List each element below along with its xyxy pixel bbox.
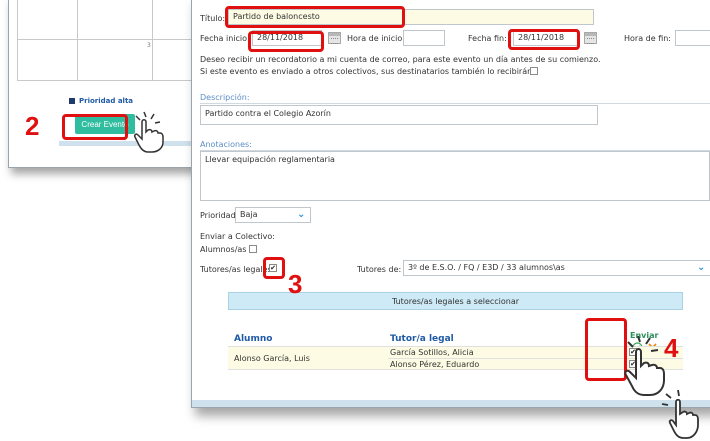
calendar-day-number[interactable]: 3 [147, 42, 151, 49]
calendar-grid: 3 4 [17, 0, 197, 81]
description-label: Descripción: [200, 93, 250, 102]
hand-cursor-icon [134, 111, 164, 153]
hand-cursor-icon [661, 389, 699, 439]
reminder-checkbox[interactable] [530, 67, 538, 75]
tutors-of-label: Tutores de: [357, 265, 402, 274]
students-checkbox[interactable] [249, 245, 257, 253]
highlight-end-date [508, 29, 580, 50]
highlight-create-button [62, 114, 128, 140]
step-number: 3 [288, 269, 303, 299]
start-date-label: Fecha inicio: [200, 34, 250, 43]
guardians-label: Tutores/as legales [200, 265, 272, 274]
priority-legend: Prioridad alta [69, 97, 133, 105]
tutors-of-select[interactable]: 3º de E.S.O. / FQ / E3D / 33 alumnos\as … [403, 260, 710, 276]
step-number: 2 [25, 111, 40, 141]
highlight-start-date [248, 31, 324, 52]
priority-legend-label: Prioridad alta [79, 97, 134, 105]
calendar-window: 3 4 Prioridad alta Crear Evento [8, 0, 208, 168]
window-footer-bar [192, 400, 710, 407]
reminder-text: Deseo recibir un recordatorio a mi cuent… [200, 55, 601, 64]
start-time-label: Hora de inicio: [347, 34, 405, 43]
start-time-input[interactable] [403, 30, 445, 46]
column-header-guardian: Tutor/a legal [390, 334, 454, 344]
calendar-grid-line [77, 0, 78, 81]
column-header-student: Alumno [234, 334, 273, 344]
calendar-grid-line [152, 0, 153, 81]
priority-label: Prioridad: [200, 211, 239, 220]
end-time-input[interactable] [675, 30, 710, 46]
priority-select-value: Baja [240, 210, 258, 219]
tutors-of-select-value: 3º de E.S.O. / FQ / E3D / 33 alumnos\as [408, 263, 565, 272]
guardian-name: Alonso Pérez, Eduardo [390, 360, 480, 369]
notes-textarea[interactable]: Llevar equipación reglamentaria [200, 151, 710, 201]
send-to-label: Enviar a Colectivo: [200, 232, 275, 241]
priority-legend-swatch [69, 98, 75, 104]
chevron-down-icon: ⌄ [697, 262, 706, 273]
student-name: Alonso García, Luis [234, 354, 310, 363]
section-divider [200, 103, 710, 104]
calendar-icon[interactable] [584, 32, 597, 44]
students-label: Alumnos/as [200, 245, 247, 254]
calendar-grid-line [17, 0, 18, 81]
highlight-title [225, 6, 405, 28]
forward-text: Si este evento es enviado a otros colect… [200, 67, 535, 76]
highlight-guardians-checkbox [263, 257, 285, 279]
calendar-icon[interactable] [328, 32, 341, 44]
notes-label: Anotaciones: [200, 140, 252, 149]
chevron-down-icon: ⌄ [297, 209, 306, 220]
description-textarea[interactable]: Partido contra el Colegio Azorín [200, 105, 598, 125]
end-date-label: Fecha fin: [468, 34, 507, 43]
calendar-grid-line [17, 39, 197, 40]
end-time-label: Hora de fin: [624, 34, 671, 43]
guardian-name: García Sotillos, Alicia [390, 348, 474, 357]
priority-select[interactable]: Baja ⌄ [235, 207, 311, 223]
